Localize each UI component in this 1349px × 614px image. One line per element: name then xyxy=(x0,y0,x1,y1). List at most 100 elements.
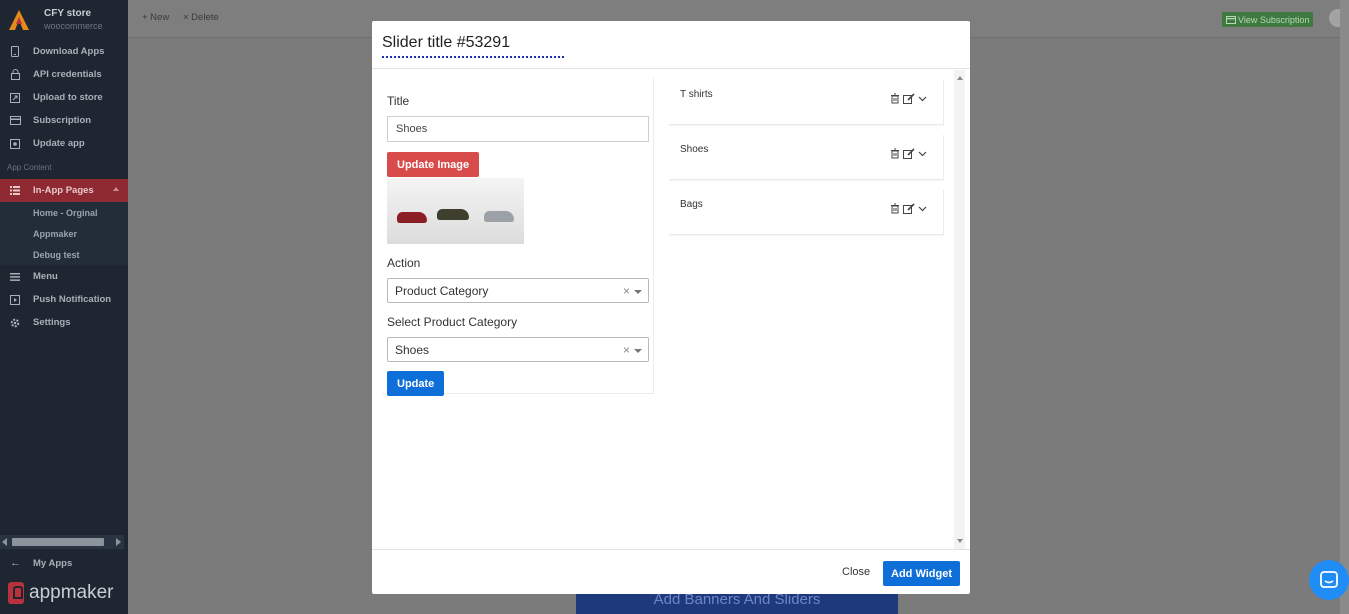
scrollbar-thumb[interactable] xyxy=(12,538,104,546)
sidebar-item-label: Update app xyxy=(33,138,85,149)
scroll-down-icon[interactable] xyxy=(957,539,963,543)
credit-card-icon xyxy=(9,115,21,127)
sidebar-sub-item-appmaker[interactable]: Appmaker xyxy=(0,223,128,244)
red-shoe-shape xyxy=(397,212,427,223)
view-subscription-label: View Subscription xyxy=(1238,14,1310,25)
appmaker-logo: appmaker xyxy=(8,582,114,604)
slider-modal: Slider title #53291 Title Update Image A… xyxy=(372,21,970,594)
phone-icon xyxy=(9,46,21,58)
gear-icon xyxy=(9,317,21,329)
list-item[interactable]: Bags xyxy=(669,190,944,235)
slide-label: Shoes xyxy=(680,144,709,155)
chat-launcher-button[interactable] xyxy=(1309,560,1349,600)
close-button[interactable]: Close xyxy=(842,566,870,578)
list-item[interactable]: Shoes xyxy=(669,135,944,180)
sidebar-item-in-app-pages[interactable]: In-App Pages xyxy=(0,179,128,202)
edit-icon[interactable] xyxy=(903,148,915,159)
arrow-left-icon: ← xyxy=(10,557,21,569)
credit-card-icon xyxy=(1226,15,1236,24)
edit-icon[interactable] xyxy=(903,203,915,214)
sidebar-item-label: Upload to store xyxy=(33,92,103,103)
chevron-down-icon[interactable] xyxy=(634,290,642,294)
chat-icon xyxy=(1320,571,1338,588)
sidebar-item-label: Subscription xyxy=(33,115,92,126)
slide-list: T shirts Shoes Bags xyxy=(669,80,944,245)
store-type: woocommerce xyxy=(44,21,103,31)
sidebar-item-update-app[interactable]: Update app xyxy=(0,132,128,155)
dark-shoe-shape xyxy=(437,209,469,220)
view-subscription-button[interactable]: View Subscription xyxy=(1222,12,1314,27)
sidebar-item-label: Download Apps xyxy=(33,46,105,57)
scroll-left-icon[interactable] xyxy=(2,538,7,546)
sidebar-section-label: App Content xyxy=(7,162,52,172)
sidebar-item-push-notification[interactable]: Push Notification xyxy=(0,288,128,311)
category-select[interactable]: Shoes × xyxy=(387,337,649,362)
list-icon xyxy=(9,185,21,197)
list-item[interactable]: T shirts xyxy=(669,80,944,125)
chevron-down-icon[interactable] xyxy=(918,151,927,157)
slide-label: Bags xyxy=(680,199,703,210)
trash-icon[interactable] xyxy=(890,203,900,214)
trash-icon[interactable] xyxy=(890,148,900,159)
action-label: Action xyxy=(387,256,421,270)
chevron-down-icon[interactable] xyxy=(634,349,642,353)
slide-edit-form: Title Update Image Action Product Catego… xyxy=(382,78,654,396)
chevron-down-icon[interactable] xyxy=(918,206,927,212)
sidebar-horizontal-scrollbar[interactable] xyxy=(0,535,124,549)
action-select-value: Product Category xyxy=(395,283,489,298)
slide-label: T shirts xyxy=(680,89,713,100)
title-input[interactable] xyxy=(387,116,649,142)
sidebar-sub-list: Home - Orginal Appmaker Debug test xyxy=(0,202,128,265)
title-label: Title xyxy=(387,94,410,108)
grey-shoe-shape xyxy=(484,211,514,222)
menu-icon xyxy=(9,271,21,283)
sidebar-item-download-apps[interactable]: Download Apps xyxy=(0,40,128,63)
modal-title-input[interactable]: Slider title #53291 xyxy=(382,34,564,58)
store-brand[interactable]: CFY store woocommerce xyxy=(0,0,128,40)
page-vertical-scrollbar[interactable] xyxy=(1340,0,1349,614)
caret-up-icon xyxy=(113,187,119,191)
new-button[interactable]: + New xyxy=(142,12,169,23)
external-link-icon xyxy=(9,92,21,104)
store-logo-icon xyxy=(9,10,29,30)
add-widget-button[interactable]: Add Widget xyxy=(883,561,960,586)
sidebar-item-menu[interactable]: Menu xyxy=(0,265,128,288)
trash-icon[interactable] xyxy=(890,93,900,104)
appmaker-wordmark: appmaker xyxy=(29,582,114,603)
sidebar-sub-item-debug-test[interactable]: Debug test xyxy=(0,244,128,265)
chevron-down-icon[interactable] xyxy=(918,96,927,102)
scroll-up-icon[interactable] xyxy=(957,76,963,80)
sidebar: CFY store woocommerce Download Apps API … xyxy=(0,0,128,614)
sidebar-sub-item-home[interactable]: Home - Orginal xyxy=(0,202,128,223)
action-select[interactable]: Product Category × xyxy=(387,278,649,303)
upload-box-icon xyxy=(9,138,21,150)
category-label: Select Product Category xyxy=(387,315,518,329)
clear-icon[interactable]: × xyxy=(623,343,630,357)
modal-footer: Close Add Widget xyxy=(372,549,970,594)
sidebar-item-settings[interactable]: Settings xyxy=(0,311,128,334)
store-name: CFY store xyxy=(44,8,92,19)
edit-icon[interactable] xyxy=(903,93,915,104)
modal-header: Slider title #53291 xyxy=(372,21,970,69)
lock-icon xyxy=(9,69,21,81)
modal-body: Title Update Image Action Product Catego… xyxy=(372,70,970,549)
update-button[interactable]: Update xyxy=(387,371,445,396)
appmaker-logo-icon xyxy=(8,582,24,604)
sidebar-item-upload-to-store[interactable]: Upload to store xyxy=(0,86,128,109)
delete-button[interactable]: × Delete xyxy=(183,12,219,23)
clear-icon[interactable]: × xyxy=(623,284,630,298)
sidebar-item-label: Push Notification xyxy=(33,294,112,305)
sidebar-item-label: Settings xyxy=(33,317,71,328)
sidebar-item-label: API credentials xyxy=(33,69,102,80)
sidebar-item-api-credentials[interactable]: API credentials xyxy=(0,63,128,86)
category-select-value: Shoes xyxy=(395,342,430,357)
my-apps-link[interactable]: ← My Apps xyxy=(0,553,128,573)
my-apps-label: My Apps xyxy=(33,557,73,569)
bell-box-icon xyxy=(9,294,21,306)
slide-image-thumbnail xyxy=(387,178,524,244)
modal-vertical-scrollbar[interactable] xyxy=(954,70,965,549)
sidebar-item-subscription[interactable]: Subscription xyxy=(0,109,128,132)
sidebar-item-label: In-App Pages xyxy=(33,185,94,196)
update-image-button[interactable]: Update Image xyxy=(387,152,480,177)
scroll-right-icon[interactable] xyxy=(116,538,121,546)
